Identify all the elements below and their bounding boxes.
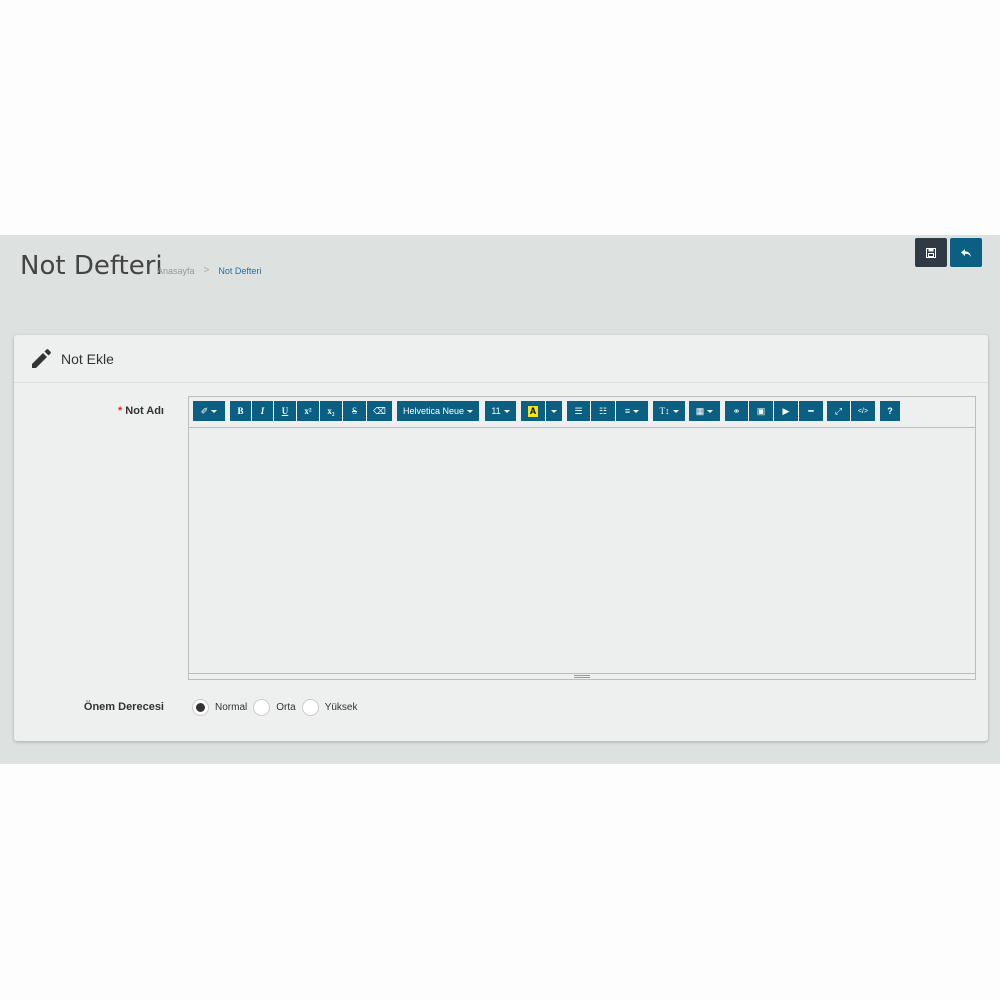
ordered-list-icon: ☷ xyxy=(598,405,608,416)
floppy-disk-icon xyxy=(926,247,936,258)
link-icon: ⚭ xyxy=(732,405,741,416)
chevron-down-icon xyxy=(551,409,557,413)
radio-selected-dot xyxy=(196,703,205,712)
save-button[interactable] xyxy=(915,238,947,267)
underline-icon: U xyxy=(281,406,289,416)
text-color-dropdown[interactable] xyxy=(546,401,562,421)
style-dropdown-button[interactable]: ✐ xyxy=(193,401,225,421)
unordered-list-icon: ☰ xyxy=(574,405,583,416)
strikethrough-button[interactable]: S xyxy=(343,401,367,421)
horizontal-rule-button[interactable]: ━ xyxy=(799,401,823,421)
text-color-button[interactable]: A xyxy=(521,401,546,421)
breadcrumb-home[interactable]: Anasayfa xyxy=(157,266,195,276)
font-size-value: 11 xyxy=(491,406,501,416)
table-dropdown[interactable]: ▦ xyxy=(689,401,720,421)
radio-orta[interactable] xyxy=(253,699,271,716)
superscript-icon: x² xyxy=(304,406,312,416)
subscript-button[interactable]: x₂ xyxy=(320,401,343,421)
video-button[interactable]: ▶ xyxy=(774,401,799,421)
eraser-icon: ⌫ xyxy=(373,405,386,416)
clear-format-button[interactable]: ⌫ xyxy=(367,401,392,421)
fullscreen-icon: ⤢ xyxy=(834,405,843,416)
italic-icon: I xyxy=(260,406,265,416)
code-view-icon: </> xyxy=(857,407,869,415)
font-family-value: Helvetica Neue xyxy=(402,406,465,416)
font-family-dropdown[interactable]: Helvetica Neue xyxy=(397,401,479,421)
text-color-icon: A xyxy=(527,405,539,417)
picture-button[interactable]: ▣ xyxy=(749,401,774,421)
bold-button[interactable]: B xyxy=(230,401,252,421)
video-icon: ▶ xyxy=(782,405,790,416)
line-height-icon: T↕ xyxy=(659,406,670,416)
radio-yuksek[interactable] xyxy=(301,699,319,716)
strikethrough-icon: S xyxy=(351,406,357,416)
panel-title: Not Ekle xyxy=(61,350,114,367)
note-name-label: * Not Adı xyxy=(14,405,164,417)
page-title: Not Defteri xyxy=(20,251,163,281)
link-button[interactable]: ⚭ xyxy=(725,401,749,421)
ordered-list-button[interactable]: ☷ xyxy=(591,401,616,421)
paragraph-align-dropdown[interactable]: ≡ xyxy=(616,401,648,421)
help-icon: ? xyxy=(887,406,893,416)
radio-yuksek-label[interactable]: Yüksek xyxy=(325,702,358,713)
app-content: Not Defteri Anasayfa > Not Defteri Not E… xyxy=(0,235,1000,764)
horizontal-rule-icon: ━ xyxy=(808,405,814,416)
help-button[interactable]: ? xyxy=(880,401,900,421)
radio-normal[interactable] xyxy=(192,699,209,716)
panel-header: Not Ekle xyxy=(14,335,988,383)
add-note-panel: Not Ekle * Not Adı ✐ B I U x² x₂ S ⌫ Helv… xyxy=(14,335,988,741)
picture-icon: ▣ xyxy=(756,405,766,416)
priority-label: Önem Derecesi xyxy=(83,701,164,713)
code-view-button[interactable]: </> xyxy=(851,401,875,421)
required-mark: * xyxy=(118,405,123,417)
editor-resize-handle[interactable] xyxy=(189,673,975,679)
unordered-list-button[interactable]: ☰ xyxy=(567,401,591,421)
radio-normal-label[interactable]: Normal xyxy=(215,702,247,713)
breadcrumb: Anasayfa > Not Defteri xyxy=(157,265,261,276)
subscript-icon: x₂ xyxy=(327,406,335,416)
reply-arrow-icon xyxy=(961,248,971,257)
align-icon: ≡ xyxy=(624,406,631,416)
breadcrumb-separator: > xyxy=(203,265,210,276)
underline-button[interactable]: U xyxy=(274,401,297,421)
priority-radio-group: Normal Orta Yüksek xyxy=(192,699,363,716)
italic-button[interactable]: I xyxy=(252,401,274,421)
radio-orta-label[interactable]: Orta xyxy=(276,702,295,713)
magic-wand-icon: ✐ xyxy=(200,405,209,416)
font-size-dropdown[interactable]: 11 xyxy=(485,401,516,421)
editor-toolbar: ✐ B I U x² x₂ S ⌫ Helvetica Neue 11 A ☰ … xyxy=(189,397,975,428)
note-editor-textarea[interactable] xyxy=(189,428,975,674)
breadcrumb-current[interactable]: Not Defteri xyxy=(218,266,261,276)
bold-icon: B xyxy=(237,406,244,416)
fullscreen-button[interactable]: ⤢ xyxy=(827,401,851,421)
pencil-icon xyxy=(32,348,51,368)
rich-text-editor: ✐ B I U x² x₂ S ⌫ Helvetica Neue 11 A ☰ … xyxy=(188,396,976,680)
note-name-label-text: Not Adı xyxy=(125,405,164,417)
table-icon: ▦ xyxy=(695,405,705,416)
back-button[interactable] xyxy=(950,238,982,267)
superscript-button[interactable]: x² xyxy=(297,401,320,421)
line-height-dropdown[interactable]: T↕ xyxy=(653,401,685,421)
